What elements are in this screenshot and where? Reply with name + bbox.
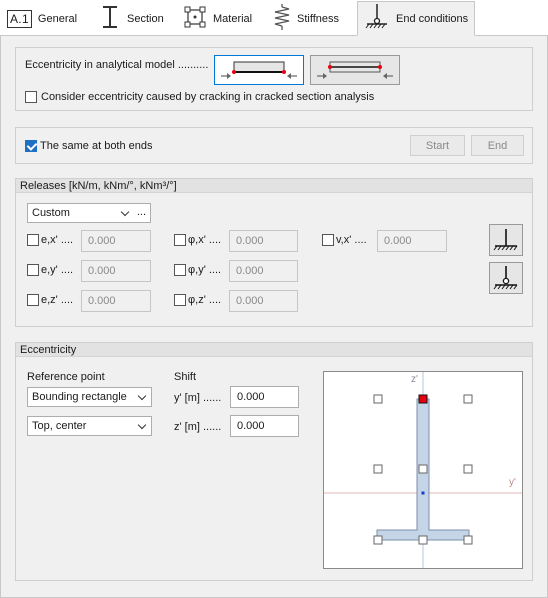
centroid-marker: [421, 491, 425, 495]
reference-point-select[interactable]: Bounding rectangle: [27, 387, 152, 407]
release-phiy-field[interactable]: 0.000: [229, 260, 298, 282]
release-phiz-checkbox[interactable]: [174, 294, 186, 306]
release-phiy-checkbox[interactable]: [174, 264, 186, 276]
tab-general[interactable]: A.1 General: [6, 2, 94, 35]
tab-end-conditions[interactable]: End conditions: [357, 1, 475, 36]
crack-eccentricity-checkbox[interactable]: [25, 91, 37, 103]
tab-general-label: General: [37, 12, 78, 25]
release-phiz-field[interactable]: 0.000: [229, 290, 298, 312]
ref-point-bottom-left: [373, 535, 383, 545]
spring-icon: [273, 3, 291, 34]
position-select[interactable]: Top, center: [27, 416, 152, 436]
fixed-support-icon: [493, 229, 518, 251]
z-axis-label: z': [411, 374, 418, 385]
shift-z-field[interactable]: 0.000: [230, 415, 299, 437]
fixed-support-button[interactable]: [489, 224, 523, 256]
ref-point-top-left: [373, 394, 383, 404]
release-preset-select[interactable]: Custom ...: [27, 203, 151, 223]
reference-point-label: Reference point: [27, 371, 105, 383]
centric-model-button[interactable]: [310, 55, 400, 85]
shift-y-field[interactable]: 0.000: [230, 386, 299, 408]
release-ez-label: e,z' ....: [41, 294, 74, 306]
release-vx-field[interactable]: 0.000: [377, 230, 447, 252]
support-icon: [364, 3, 390, 34]
crack-eccentricity-label: Consider eccentricity caused by cracking…: [41, 91, 375, 103]
material-icon: [183, 5, 207, 32]
release-ex-field[interactable]: 0.000: [81, 230, 151, 252]
release-vx-label: v,x' ....: [336, 234, 367, 246]
tab-material[interactable]: Material: [182, 2, 262, 35]
release-ez-checkbox[interactable]: [27, 294, 39, 306]
ends-group: The same at both ends Start End: [15, 127, 533, 164]
end-button[interactable]: End: [471, 135, 524, 156]
release-ex-label: e,x' ....: [41, 234, 74, 246]
same-both-ends-checkbox[interactable]: [25, 140, 37, 152]
section-icon: [99, 4, 121, 33]
releases-group: Releases [kN/m, kNm/°, kNm³/°] Custom ..…: [15, 178, 533, 327]
shift-y-label: y' [m] ......: [174, 392, 222, 404]
release-phix-field[interactable]: 0.000: [229, 230, 298, 252]
release-ey-field[interactable]: 0.000: [81, 260, 151, 282]
tab-stiffness[interactable]: Stiffness: [272, 2, 356, 35]
shift-z-label: z' [m] ......: [174, 421, 222, 433]
ref-point-bottom-center: [418, 535, 428, 545]
ref-point-middle-left: [373, 464, 383, 474]
y-axis-label: y': [509, 477, 516, 488]
release-phix-checkbox[interactable]: [174, 234, 186, 246]
hinged-support-icon: [493, 266, 518, 290]
eccentric-model-button[interactable]: [214, 55, 304, 85]
section-preview: z' y': [323, 371, 523, 569]
analytical-model-group: Eccentricity in analytical model .......…: [15, 47, 533, 111]
ref-point-center: [418, 464, 428, 474]
position-value: Top, center: [32, 420, 87, 432]
release-ex-checkbox[interactable]: [27, 234, 39, 246]
release-phiy-label: φ,y' ....: [188, 264, 222, 276]
release-preset-value: Custom: [32, 207, 70, 219]
chevron-down-icon: [137, 391, 147, 401]
same-both-ends-label: The same at both ends: [40, 140, 153, 152]
end-conditions-panel: Eccentricity in analytical model .......…: [0, 36, 548, 598]
release-ey-checkbox[interactable]: [27, 264, 39, 276]
release-preset-more[interactable]: ...: [137, 203, 146, 221]
ref-point-bottom-right: [463, 535, 473, 545]
chevron-down-icon: [120, 207, 130, 217]
ref-point-top-right: [463, 394, 473, 404]
releases-title: Releases [kN/m, kNm/°, kNm³/°]: [16, 179, 532, 193]
start-button[interactable]: Start: [410, 135, 465, 156]
release-phiz-label: φ,z' ....: [188, 294, 222, 306]
release-vx-checkbox[interactable]: [322, 234, 334, 246]
analytical-model-label: Eccentricity in analytical model .......…: [25, 59, 209, 71]
reference-point-value: Bounding rectangle: [32, 391, 127, 403]
tab-section[interactable]: Section: [98, 2, 172, 35]
release-phix-label: φ,x' ....: [188, 234, 222, 246]
tab-bar: A.1 General Section Material Stiffness E…: [0, 0, 548, 36]
release-ez-field[interactable]: 0.000: [81, 290, 151, 312]
release-ey-label: e,y' ....: [41, 264, 74, 276]
tab-stiffness-label: Stiffness: [297, 12, 339, 25]
ref-point-middle-right: [463, 464, 473, 474]
hinged-support-button[interactable]: [489, 262, 523, 294]
tab-section-label: Section: [127, 12, 164, 25]
ref-point-top-center-selected: [418, 394, 428, 404]
general-icon: A.1: [7, 9, 32, 28]
tab-end-conditions-label: End conditions: [396, 12, 469, 25]
eccentricity-title: Eccentricity: [16, 343, 532, 357]
tab-material-label: Material: [213, 12, 253, 25]
chevron-down-icon: [137, 420, 147, 430]
shift-label: Shift: [174, 371, 197, 383]
